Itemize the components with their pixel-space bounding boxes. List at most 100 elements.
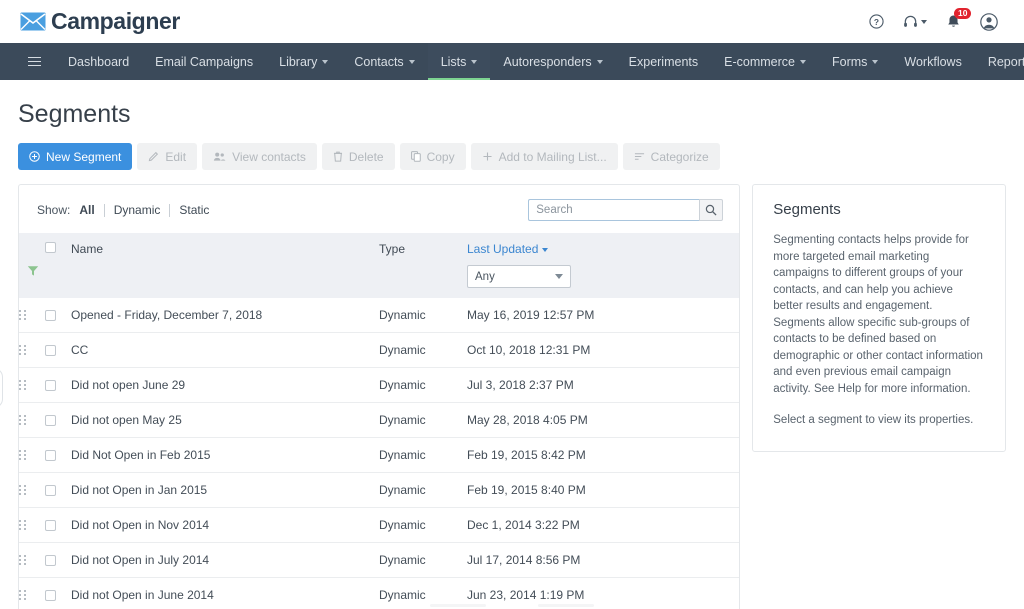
drag-handle-icon[interactable] [19,520,45,530]
segments-grid-panel: Show: All Dynamic Static Search Name Typ… [18,184,741,609]
select-cell[interactable] [45,472,71,508]
table-row[interactable]: Opened - Friday, December 7, 2018 Dynami… [19,298,740,333]
drag-cell[interactable] [19,507,45,543]
segment-type: Dynamic [379,402,467,438]
select-cell[interactable] [45,542,71,578]
row-checkbox[interactable] [45,344,56,356]
drag-handle-icon[interactable] [19,590,45,600]
row-checkbox[interactable] [45,519,56,531]
drag-cell[interactable] [19,402,45,438]
help-circle-icon[interactable]: ? [869,14,884,29]
show-filter-dynamic[interactable]: Dynamic [105,203,170,217]
drag-handle-icon[interactable] [19,555,45,565]
nav-item-dashboard[interactable]: Dashboard [55,43,142,80]
edit-button[interactable]: Edit [137,143,198,170]
drag-handle-icon[interactable] [19,485,45,495]
delete-button[interactable]: Delete [321,143,395,170]
show-filter-static[interactable]: Static [170,203,218,217]
drag-cell[interactable] [19,332,45,368]
drag-handle-icon[interactable] [19,450,45,460]
name-column-header[interactable]: Name [71,233,379,265]
show-filter-all[interactable]: All [79,203,103,217]
notification-badge: 10 [954,7,972,19]
table-row[interactable]: Did not Open in Jan 2015 Dynamic Feb 19,… [19,472,740,508]
main-navigation: Dashboard Email Campaigns Library Contac… [0,43,1024,80]
app-logo[interactable]: Campaigner [20,8,180,35]
side-panel-paragraph-1: Segmenting contacts helps provide for mo… [773,234,983,395]
last-updated-sort-link[interactable]: Last Updated [467,242,538,256]
edit-label: Edit [165,149,187,164]
row-checkbox[interactable] [45,414,56,426]
drag-cell[interactable] [19,542,45,578]
search-area [528,199,724,221]
drag-handle-icon[interactable] [19,380,45,390]
nav-item-library[interactable]: Library [266,43,341,80]
trash-icon [333,151,342,162]
drag-handle-icon[interactable] [19,345,45,355]
nav-item-experiments[interactable]: Experiments [616,43,711,80]
user-avatar-icon[interactable] [980,12,998,31]
nav-item-ecommerce[interactable]: E-commerce [711,43,819,80]
type-filter-select[interactable]: Any [467,265,571,288]
show-label: Show: [37,203,71,217]
headset-icon[interactable] [903,14,927,29]
last-updated-column-header[interactable]: Last Updated [467,233,740,265]
nav-label: Contacts [354,54,404,69]
row-checkbox[interactable] [45,589,56,601]
drag-cell[interactable] [19,298,45,333]
row-checkbox[interactable] [45,309,56,321]
chevron-down-icon [799,59,806,64]
type-column-header[interactable]: Type [379,233,467,265]
table-row[interactable]: CC Dynamic Oct 10, 2018 12:31 PM [19,332,740,368]
new-segment-button[interactable]: New Segment [18,143,133,170]
nav-item-email-campaigns[interactable]: Email Campaigns [142,43,266,80]
hamburger-menu-icon[interactable] [14,43,55,80]
sort-descending-icon [542,247,549,252]
table-row[interactable]: Did not open May 25 Dynamic May 28, 2018… [19,402,740,438]
add-to-mailing-list-button[interactable]: Add to Mailing List... [470,143,618,170]
drag-cell[interactable] [19,472,45,508]
select-cell[interactable] [45,437,71,473]
search-button[interactable] [699,199,724,221]
row-checkbox[interactable] [45,449,56,461]
select-cell[interactable] [45,332,71,368]
drag-handle-icon[interactable] [19,415,45,425]
select-cell[interactable] [45,367,71,403]
drag-handle-icon[interactable] [19,310,45,320]
table-row[interactable]: Did not Open in July 2014 Dynamic Jul 17… [19,542,740,578]
table-row[interactable]: Did not Open in Nov 2014 Dynamic Dec 1, … [19,507,740,543]
nav-item-reports[interactable]: Reports [975,43,1024,80]
nav-item-autoresponders[interactable]: Autoresponders [490,43,615,80]
segment-updated: Dec 1, 2014 3:22 PM [467,507,740,543]
name-filter-cell [71,265,379,298]
view-contacts-button[interactable]: View contacts [202,143,317,170]
page-content: Segments New Segment Edit View contacts [0,80,1024,609]
segment-updated: Jul 17, 2014 8:56 PM [467,542,740,578]
row-checkbox[interactable] [45,484,56,496]
nav-item-workflows[interactable]: Workflows [891,43,974,80]
table-row[interactable]: Did Not Open in Feb 2015 Dynamic Feb 19,… [19,437,740,473]
drag-cell[interactable] [19,367,45,403]
row-checkbox[interactable] [45,554,56,566]
nav-item-lists[interactable]: Lists [427,43,491,80]
segment-name: Did not Open in Nov 2014 [71,507,379,543]
select-cell[interactable] [45,298,71,333]
categorize-button[interactable]: Categorize [622,143,720,170]
type-column-label: Type [379,242,406,256]
table-row[interactable]: Did not open June 29 Dynamic Jul 3, 2018… [19,367,740,403]
search-input[interactable] [528,199,700,221]
funnel-filter-icon[interactable] [27,265,39,277]
nav-label: Dashboard [68,54,130,69]
nav-item-forms[interactable]: Forms [819,43,891,80]
show-filter-group: All Dynamic Static [79,203,218,217]
copy-button[interactable]: Copy [399,143,466,170]
select-cell[interactable] [45,507,71,543]
envelope-logo-icon [20,12,46,31]
select-cell[interactable] [45,402,71,438]
drag-cell[interactable] [19,437,45,473]
row-checkbox[interactable] [45,379,56,391]
nav-label: Autoresponders [503,54,592,69]
select-all-checkbox[interactable] [45,242,56,253]
bell-icon[interactable]: 10 [946,7,972,30]
nav-item-contacts[interactable]: Contacts [341,43,427,80]
